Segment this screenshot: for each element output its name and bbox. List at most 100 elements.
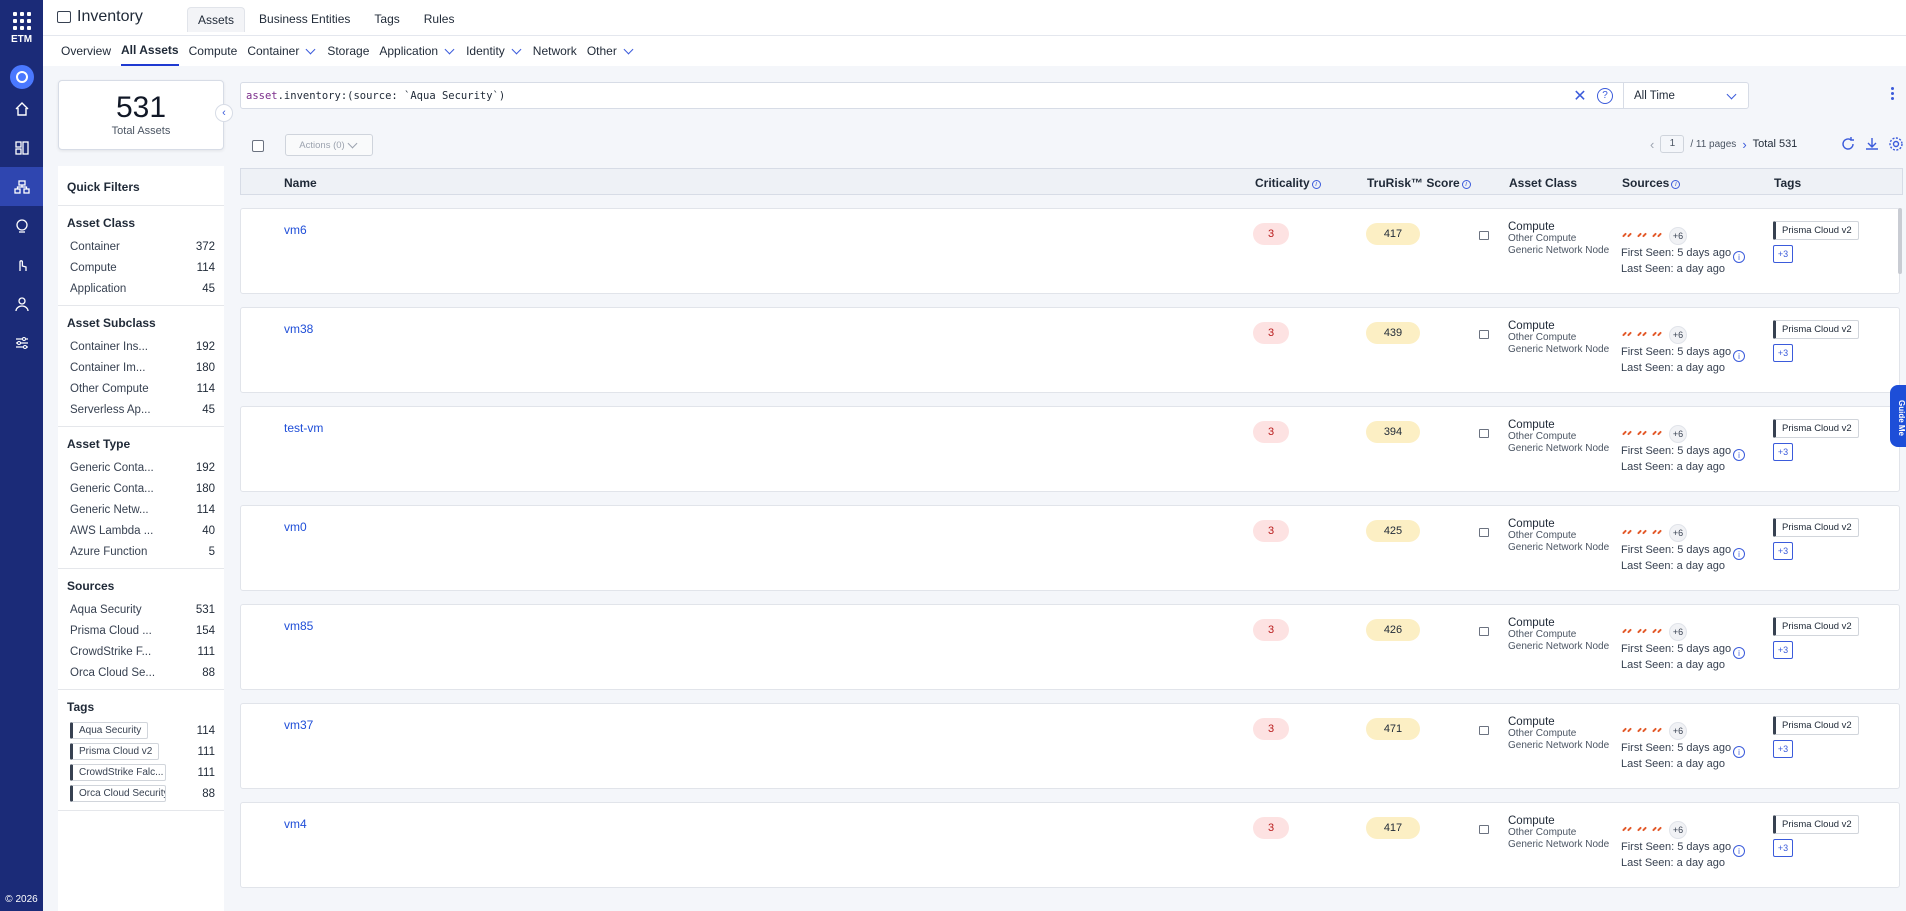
table-row[interactable]: test-vm 3 394 Compute Other Compute Generi…: [240, 406, 1900, 492]
more-sources-badge[interactable]: +6: [1669, 821, 1687, 839]
table-row[interactable]: vm38 3 439 Compute Other Compute Generic N…: [240, 307, 1900, 393]
subnav-overview[interactable]: Overview: [61, 36, 111, 66]
filter-item[interactable]: CrowdStrike F... 111: [67, 641, 215, 662]
table-row[interactable]: vm37 3 471 Compute Other Compute Generic N…: [240, 703, 1900, 789]
asset-name-link[interactable]: vm37: [284, 718, 313, 732]
filter-item[interactable]: Aqua Security 114: [67, 720, 215, 741]
more-tags-button[interactable]: +3: [1773, 740, 1793, 758]
more-options-icon[interactable]: [1891, 87, 1895, 102]
guide-me-button[interactable]: Guide Me: [1890, 385, 1906, 447]
table-row[interactable]: vm0 3 425 Compute Other Compute Generic Ne…: [240, 505, 1900, 591]
clear-search-icon[interactable]: ✕: [1571, 86, 1589, 106]
asset-name-link[interactable]: vm6: [284, 223, 307, 237]
more-sources-badge[interactable]: +6: [1669, 524, 1687, 542]
tab-rules[interactable]: Rules: [414, 7, 465, 32]
info-icon[interactable]: i: [1733, 746, 1745, 758]
column-header-tags[interactable]: Tags: [1774, 176, 1801, 190]
filter-item[interactable]: Container Im... 180: [67, 357, 215, 378]
inventory-icon[interactable]: [0, 167, 43, 206]
info-icon[interactable]: i: [1733, 350, 1745, 362]
asset-name-link[interactable]: vm85: [284, 619, 313, 633]
info-icon[interactable]: i: [1311, 180, 1321, 189]
subnav-network[interactable]: Network: [533, 36, 577, 66]
filter-item[interactable]: Other Compute 114: [67, 378, 215, 399]
table-row[interactable]: vm6 3 417 Compute Other Compute Generic Ne…: [240, 208, 1900, 294]
filter-item[interactable]: Generic Netw... 114: [67, 499, 215, 520]
column-header-criticality[interactable]: Criticality i: [1255, 176, 1321, 190]
more-sources-badge[interactable]: +6: [1669, 227, 1687, 245]
more-tags-button[interactable]: +3: [1773, 641, 1793, 659]
table-row[interactable]: vm4 3 417 Compute Other Compute Generic Ne…: [240, 802, 1900, 888]
filter-item[interactable]: Aqua Security 531: [67, 599, 215, 620]
time-filter-select[interactable]: All Time: [1623, 83, 1748, 108]
filter-item[interactable]: Generic Conta... 192: [67, 457, 215, 478]
subnav-all-assets[interactable]: All Assets: [121, 36, 179, 66]
asset-name-link[interactable]: vm4: [284, 817, 307, 831]
info-icon[interactable]: i: [1671, 180, 1681, 189]
more-tags-button[interactable]: +3: [1773, 542, 1793, 560]
search-query[interactable]: asset.inventory:(source: `Aqua Security`…: [241, 90, 1571, 102]
info-icon[interactable]: i: [1733, 251, 1745, 263]
info-icon[interactable]: i: [1733, 449, 1745, 461]
refresh-icon[interactable]: [1840, 136, 1856, 152]
asset-name-link[interactable]: vm0: [284, 520, 307, 534]
more-sources-badge[interactable]: +6: [1669, 623, 1687, 641]
table-row[interactable]: vm85 3 426 Compute Other Compute Generic N…: [240, 604, 1900, 690]
page-input[interactable]: 1: [1660, 135, 1685, 153]
subnav-container[interactable]: Container: [247, 36, 317, 66]
user-icon[interactable]: [0, 284, 43, 323]
info-icon[interactable]: i: [1461, 180, 1471, 189]
search-bar[interactable]: asset.inventory:(source: `Aqua Security`…: [240, 82, 1749, 109]
filter-item[interactable]: Orca Cloud Se... 88: [67, 662, 215, 683]
filter-item[interactable]: Azure Function 5: [67, 541, 215, 562]
more-tags-button[interactable]: +3: [1773, 344, 1793, 362]
filter-item[interactable]: Serverless Ap... 45: [67, 399, 215, 420]
apps-grid-icon[interactable]: [12, 12, 31, 30]
qualys-logo-icon[interactable]: [9, 65, 34, 89]
column-header-name[interactable]: Name: [284, 176, 317, 190]
filter-item[interactable]: Orca Cloud Security 88: [67, 783, 215, 804]
filter-item[interactable]: Application 45: [67, 278, 215, 299]
tab-assets[interactable]: Assets: [187, 7, 246, 32]
filter-item[interactable]: Container Ins... 192: [67, 336, 215, 357]
subnav-application[interactable]: Application: [379, 36, 456, 66]
filter-item[interactable]: Prisma Cloud v2 111: [67, 741, 215, 762]
info-icon[interactable]: i: [1733, 845, 1745, 857]
asset-name-link[interactable]: vm38: [284, 322, 313, 336]
subnav-storage[interactable]: Storage: [327, 36, 369, 66]
more-sources-badge[interactable]: +6: [1669, 425, 1687, 443]
settings-gear-icon[interactable]: [1888, 136, 1904, 152]
collapse-panel-button[interactable]: ‹: [215, 104, 233, 122]
filter-item[interactable]: Generic Conta... 180: [67, 478, 215, 499]
more-tags-button[interactable]: +3: [1773, 839, 1793, 857]
settings-sliders-icon[interactable]: [0, 323, 43, 362]
select-all-checkbox[interactable]: [252, 140, 264, 152]
more-sources-badge[interactable]: +6: [1669, 722, 1687, 740]
column-header-score[interactable]: TruRisk™ Score i: [1367, 176, 1471, 190]
next-page-icon[interactable]: ›: [1742, 137, 1746, 152]
info-icon[interactable]: i: [1733, 548, 1745, 560]
column-header-sources[interactable]: Sources i: [1622, 176, 1681, 190]
column-header-asset-class[interactable]: Asset Class: [1509, 176, 1577, 190]
filter-item[interactable]: Compute 114: [67, 257, 215, 278]
asset-name-link[interactable]: test-vm: [284, 421, 323, 435]
more-tags-button[interactable]: +3: [1773, 443, 1793, 461]
subnav-identity[interactable]: Identity: [466, 36, 523, 66]
risk-icon[interactable]: [0, 206, 43, 245]
subnav-other[interactable]: Other: [587, 36, 635, 66]
subnav-compute[interactable]: Compute: [189, 36, 238, 66]
more-sources-badge[interactable]: +6: [1669, 326, 1687, 344]
filter-item[interactable]: CrowdStrike Falc... 111: [67, 762, 215, 783]
prev-page-icon[interactable]: ‹: [1650, 137, 1654, 152]
home-icon[interactable]: [0, 89, 43, 128]
actions-dropdown[interactable]: Actions (0): [285, 134, 373, 156]
filter-item[interactable]: Prisma Cloud ... 154: [67, 620, 215, 641]
filter-item[interactable]: Container 372: [67, 236, 215, 257]
dashboard-icon[interactable]: [0, 128, 43, 167]
info-icon[interactable]: i: [1733, 647, 1745, 659]
help-icon[interactable]: ?: [1597, 87, 1613, 104]
more-tags-button[interactable]: +3: [1773, 245, 1793, 263]
touch-icon[interactable]: [0, 245, 43, 284]
download-icon[interactable]: [1864, 136, 1880, 152]
scrollbar-thumb[interactable]: [1898, 208, 1902, 274]
